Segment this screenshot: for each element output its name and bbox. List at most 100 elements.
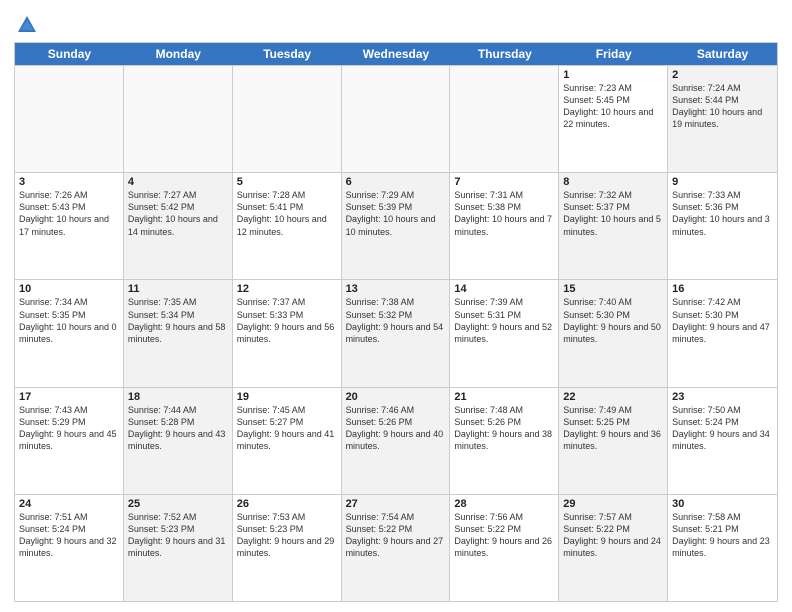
day-info: Sunrise: 7:34 AM Sunset: 5:35 PM Dayligh… (19, 296, 119, 345)
day-number: 26 (237, 498, 337, 510)
cal-cell-3-2: 19Sunrise: 7:45 AM Sunset: 5:27 PM Dayli… (233, 388, 342, 494)
day-number: 1 (563, 69, 663, 81)
cal-cell-4-3: 27Sunrise: 7:54 AM Sunset: 5:22 PM Dayli… (342, 495, 451, 601)
day-number: 28 (454, 498, 554, 510)
cal-cell-0-1 (124, 66, 233, 172)
cal-cell-2-2: 12Sunrise: 7:37 AM Sunset: 5:33 PM Dayli… (233, 280, 342, 386)
cal-cell-2-0: 10Sunrise: 7:34 AM Sunset: 5:35 PM Dayli… (15, 280, 124, 386)
cal-cell-3-3: 20Sunrise: 7:46 AM Sunset: 5:26 PM Dayli… (342, 388, 451, 494)
cal-cell-1-3: 6Sunrise: 7:29 AM Sunset: 5:39 PM Daylig… (342, 173, 451, 279)
day-number: 19 (237, 391, 337, 403)
day-number: 5 (237, 176, 337, 188)
cal-cell-2-6: 16Sunrise: 7:42 AM Sunset: 5:30 PM Dayli… (668, 280, 777, 386)
header-day-friday: Friday (559, 43, 668, 65)
day-info: Sunrise: 7:45 AM Sunset: 5:27 PM Dayligh… (237, 404, 337, 453)
day-info: Sunrise: 7:32 AM Sunset: 5:37 PM Dayligh… (563, 189, 663, 238)
day-number: 24 (19, 498, 119, 510)
cal-cell-4-1: 25Sunrise: 7:52 AM Sunset: 5:23 PM Dayli… (124, 495, 233, 601)
cal-cell-2-4: 14Sunrise: 7:39 AM Sunset: 5:31 PM Dayli… (450, 280, 559, 386)
day-info: Sunrise: 7:27 AM Sunset: 5:42 PM Dayligh… (128, 189, 228, 238)
day-info: Sunrise: 7:39 AM Sunset: 5:31 PM Dayligh… (454, 296, 554, 345)
day-info: Sunrise: 7:31 AM Sunset: 5:38 PM Dayligh… (454, 189, 554, 238)
day-info: Sunrise: 7:40 AM Sunset: 5:30 PM Dayligh… (563, 296, 663, 345)
day-number: 3 (19, 176, 119, 188)
day-info: Sunrise: 7:58 AM Sunset: 5:21 PM Dayligh… (672, 511, 773, 560)
cal-cell-2-1: 11Sunrise: 7:35 AM Sunset: 5:34 PM Dayli… (124, 280, 233, 386)
day-info: Sunrise: 7:53 AM Sunset: 5:23 PM Dayligh… (237, 511, 337, 560)
day-number: 17 (19, 391, 119, 403)
cal-cell-1-1: 4Sunrise: 7:27 AM Sunset: 5:42 PM Daylig… (124, 173, 233, 279)
cal-cell-1-0: 3Sunrise: 7:26 AM Sunset: 5:43 PM Daylig… (15, 173, 124, 279)
cal-cell-2-3: 13Sunrise: 7:38 AM Sunset: 5:32 PM Dayli… (342, 280, 451, 386)
day-info: Sunrise: 7:33 AM Sunset: 5:36 PM Dayligh… (672, 189, 773, 238)
cal-cell-3-0: 17Sunrise: 7:43 AM Sunset: 5:29 PM Dayli… (15, 388, 124, 494)
cal-cell-0-6: 2Sunrise: 7:24 AM Sunset: 5:44 PM Daylig… (668, 66, 777, 172)
day-number: 8 (563, 176, 663, 188)
cal-cell-4-6: 30Sunrise: 7:58 AM Sunset: 5:21 PM Dayli… (668, 495, 777, 601)
day-info: Sunrise: 7:38 AM Sunset: 5:32 PM Dayligh… (346, 296, 446, 345)
day-number: 21 (454, 391, 554, 403)
header-day-thursday: Thursday (450, 43, 559, 65)
cal-cell-2-5: 15Sunrise: 7:40 AM Sunset: 5:30 PM Dayli… (559, 280, 668, 386)
header-day-tuesday: Tuesday (233, 43, 342, 65)
cal-cell-3-1: 18Sunrise: 7:44 AM Sunset: 5:28 PM Dayli… (124, 388, 233, 494)
day-number: 12 (237, 283, 337, 295)
day-number: 27 (346, 498, 446, 510)
calendar-row-0: 1Sunrise: 7:23 AM Sunset: 5:45 PM Daylig… (15, 65, 777, 172)
day-number: 20 (346, 391, 446, 403)
cal-cell-3-4: 21Sunrise: 7:48 AM Sunset: 5:26 PM Dayli… (450, 388, 559, 494)
cal-cell-3-5: 22Sunrise: 7:49 AM Sunset: 5:25 PM Dayli… (559, 388, 668, 494)
day-info: Sunrise: 7:44 AM Sunset: 5:28 PM Dayligh… (128, 404, 228, 453)
day-info: Sunrise: 7:43 AM Sunset: 5:29 PM Dayligh… (19, 404, 119, 453)
day-number: 30 (672, 498, 773, 510)
day-info: Sunrise: 7:48 AM Sunset: 5:26 PM Dayligh… (454, 404, 554, 453)
day-number: 6 (346, 176, 446, 188)
day-number: 2 (672, 69, 773, 81)
cal-cell-1-5: 8Sunrise: 7:32 AM Sunset: 5:37 PM Daylig… (559, 173, 668, 279)
day-info: Sunrise: 7:42 AM Sunset: 5:30 PM Dayligh… (672, 296, 773, 345)
day-number: 25 (128, 498, 228, 510)
calendar-row-2: 10Sunrise: 7:34 AM Sunset: 5:35 PM Dayli… (15, 279, 777, 386)
header-day-wednesday: Wednesday (342, 43, 451, 65)
logo-icon (16, 14, 38, 36)
calendar-header: SundayMondayTuesdayWednesdayThursdayFrid… (15, 43, 777, 65)
cal-cell-0-0 (15, 66, 124, 172)
day-info: Sunrise: 7:24 AM Sunset: 5:44 PM Dayligh… (672, 82, 773, 131)
cal-cell-4-0: 24Sunrise: 7:51 AM Sunset: 5:24 PM Dayli… (15, 495, 124, 601)
cal-cell-0-5: 1Sunrise: 7:23 AM Sunset: 5:45 PM Daylig… (559, 66, 668, 172)
day-info: Sunrise: 7:49 AM Sunset: 5:25 PM Dayligh… (563, 404, 663, 453)
header-day-saturday: Saturday (668, 43, 777, 65)
cal-cell-4-5: 29Sunrise: 7:57 AM Sunset: 5:22 PM Dayli… (559, 495, 668, 601)
calendar-row-3: 17Sunrise: 7:43 AM Sunset: 5:29 PM Dayli… (15, 387, 777, 494)
day-number: 18 (128, 391, 228, 403)
day-info: Sunrise: 7:57 AM Sunset: 5:22 PM Dayligh… (563, 511, 663, 560)
cal-cell-0-3 (342, 66, 451, 172)
page: SundayMondayTuesdayWednesdayThursdayFrid… (0, 0, 792, 612)
day-info: Sunrise: 7:29 AM Sunset: 5:39 PM Dayligh… (346, 189, 446, 238)
day-number: 22 (563, 391, 663, 403)
cal-cell-1-4: 7Sunrise: 7:31 AM Sunset: 5:38 PM Daylig… (450, 173, 559, 279)
cal-cell-4-2: 26Sunrise: 7:53 AM Sunset: 5:23 PM Dayli… (233, 495, 342, 601)
day-info: Sunrise: 7:51 AM Sunset: 5:24 PM Dayligh… (19, 511, 119, 560)
day-number: 4 (128, 176, 228, 188)
day-number: 15 (563, 283, 663, 295)
day-info: Sunrise: 7:23 AM Sunset: 5:45 PM Dayligh… (563, 82, 663, 131)
header-day-monday: Monday (124, 43, 233, 65)
day-info: Sunrise: 7:56 AM Sunset: 5:22 PM Dayligh… (454, 511, 554, 560)
cal-cell-0-4 (450, 66, 559, 172)
calendar-row-4: 24Sunrise: 7:51 AM Sunset: 5:24 PM Dayli… (15, 494, 777, 601)
day-info: Sunrise: 7:26 AM Sunset: 5:43 PM Dayligh… (19, 189, 119, 238)
logo (14, 14, 40, 36)
cal-cell-1-6: 9Sunrise: 7:33 AM Sunset: 5:36 PM Daylig… (668, 173, 777, 279)
day-number: 23 (672, 391, 773, 403)
day-info: Sunrise: 7:35 AM Sunset: 5:34 PM Dayligh… (128, 296, 228, 345)
day-number: 14 (454, 283, 554, 295)
day-info: Sunrise: 7:50 AM Sunset: 5:24 PM Dayligh… (672, 404, 773, 453)
day-number: 9 (672, 176, 773, 188)
day-info: Sunrise: 7:37 AM Sunset: 5:33 PM Dayligh… (237, 296, 337, 345)
day-number: 10 (19, 283, 119, 295)
day-info: Sunrise: 7:46 AM Sunset: 5:26 PM Dayligh… (346, 404, 446, 453)
day-info: Sunrise: 7:54 AM Sunset: 5:22 PM Dayligh… (346, 511, 446, 560)
day-number: 29 (563, 498, 663, 510)
day-number: 13 (346, 283, 446, 295)
